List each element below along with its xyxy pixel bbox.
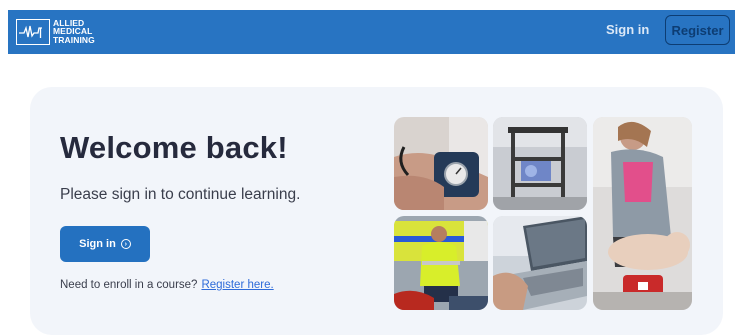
top-nav-bar: ALLIED MEDICAL TRAINING Sign in Register [8, 10, 735, 54]
equipment-trolley-photo [493, 117, 587, 210]
brand-name: ALLIED MEDICAL TRAINING [53, 19, 95, 44]
nav-register-button[interactable]: Register [665, 15, 730, 45]
enroll-prompt: Need to enroll in a course? Register here… [60, 279, 274, 291]
cpr-training-photo [593, 117, 692, 310]
sign-in-button[interactable]: Sign in › [60, 226, 150, 262]
enroll-prompt-text: Need to enroll in a course? [60, 279, 198, 291]
sign-in-button-label: Sign in [79, 238, 116, 250]
page-title: Welcome back! [60, 130, 288, 165]
brand-logo[interactable]: ALLIED MEDICAL TRAINING [16, 16, 95, 47]
laptop-photo [493, 216, 587, 310]
arrow-circle-right-icon: › [120, 239, 131, 249]
page-subtitle: Please sign in to continue learning. [60, 186, 301, 203]
register-here-link[interactable]: Register here. [201, 279, 273, 291]
blood-pressure-photo [394, 117, 488, 210]
paramedic-scene-photo [394, 216, 488, 310]
nav-sign-in-link[interactable]: Sign in [606, 22, 649, 37]
heartbeat-logo-icon [16, 18, 50, 45]
brand-line-3: TRAINING [53, 34, 95, 45]
